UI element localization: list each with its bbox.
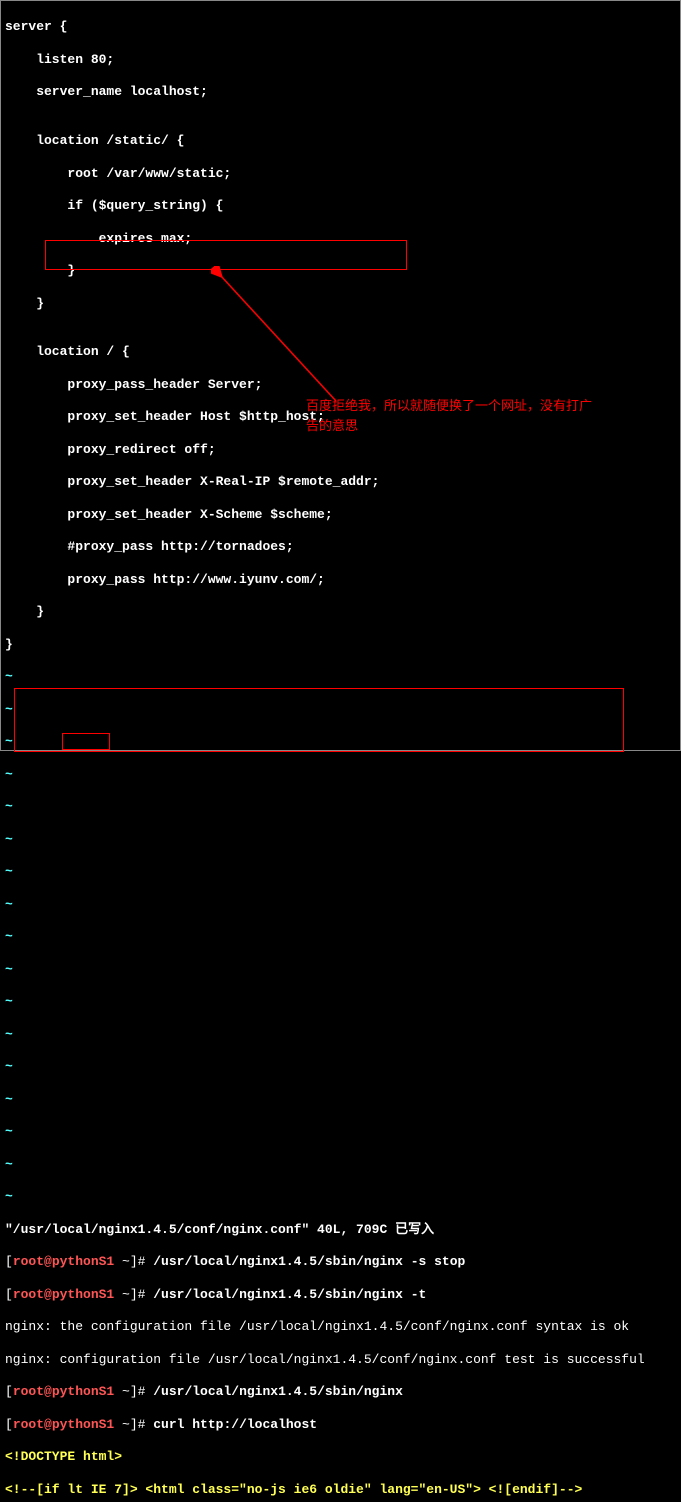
config-line: } xyxy=(5,604,676,620)
highlight-box-proxy-pass xyxy=(45,240,407,270)
config-line: proxy_pass http://www.iyunv.com/; xyxy=(5,572,676,588)
shell-line[interactable]: [root@pythonS1 ~]# curl http://localhost xyxy=(5,1417,676,1433)
shell-line[interactable]: [root@pythonS1 ~]# /usr/local/nginx1.4.5… xyxy=(5,1287,676,1303)
config-line: proxy_pass_header Server; xyxy=(5,377,676,393)
vim-tilde: ~ xyxy=(5,1092,676,1108)
vim-status: "/usr/local/nginx1.4.5/conf/nginx.conf" … xyxy=(5,1222,676,1238)
config-line: proxy_set_header X-Real-IP $remote_addr; xyxy=(5,474,676,490)
vim-tilde: ~ xyxy=(5,1189,676,1205)
annotation-text: 百度拒绝我，所以就随便换了一个网址，没有打广 告的意思 xyxy=(306,396,636,435)
config-line: root /var/www/static; xyxy=(5,166,676,182)
config-line: if ($query_string) { xyxy=(5,198,676,214)
vim-tilde: ~ xyxy=(5,1059,676,1075)
config-line: proxy_set_header X-Scheme $scheme; xyxy=(5,507,676,523)
config-line: } xyxy=(5,296,676,312)
shell-line[interactable]: [root@pythonS1 ~]# /usr/local/nginx1.4.5… xyxy=(5,1384,676,1400)
config-line: location / { xyxy=(5,344,676,360)
vim-tilde: ~ xyxy=(5,994,676,1010)
curl-output: <!DOCTYPE html> xyxy=(5,1449,676,1465)
vim-tilde: ~ xyxy=(5,1027,676,1043)
config-line: location /static/ { xyxy=(5,133,676,149)
shell-output: nginx: the configuration file /usr/local… xyxy=(5,1319,676,1335)
vim-tilde: ~ xyxy=(5,669,676,685)
config-line: } xyxy=(5,637,676,653)
vim-tilde: ~ xyxy=(5,864,676,880)
vim-tilde: ~ xyxy=(5,1157,676,1173)
vim-tilde: ~ xyxy=(5,767,676,783)
vim-tilde: ~ xyxy=(5,962,676,978)
highlight-box-title xyxy=(62,733,110,750)
config-line: proxy_redirect off; xyxy=(5,442,676,458)
vim-tilde: ~ xyxy=(5,832,676,848)
vim-tilde: ~ xyxy=(5,799,676,815)
shell-output: nginx: configuration file /usr/local/ngi… xyxy=(5,1352,676,1368)
config-line: server_name localhost; xyxy=(5,84,676,100)
curl-output: <!--[if lt IE 7]> <html class="no-js ie6… xyxy=(5,1482,676,1498)
config-line: #proxy_pass http://tornadoes; xyxy=(5,539,676,555)
vim-tilde: ~ xyxy=(5,929,676,945)
vim-tilde: ~ xyxy=(5,897,676,913)
shell-line[interactable]: [root@pythonS1 ~]# /usr/local/nginx1.4.5… xyxy=(5,1254,676,1270)
config-line: server { xyxy=(5,19,676,35)
vim-tilde: ~ xyxy=(5,1124,676,1140)
config-line: listen 80; xyxy=(5,52,676,68)
